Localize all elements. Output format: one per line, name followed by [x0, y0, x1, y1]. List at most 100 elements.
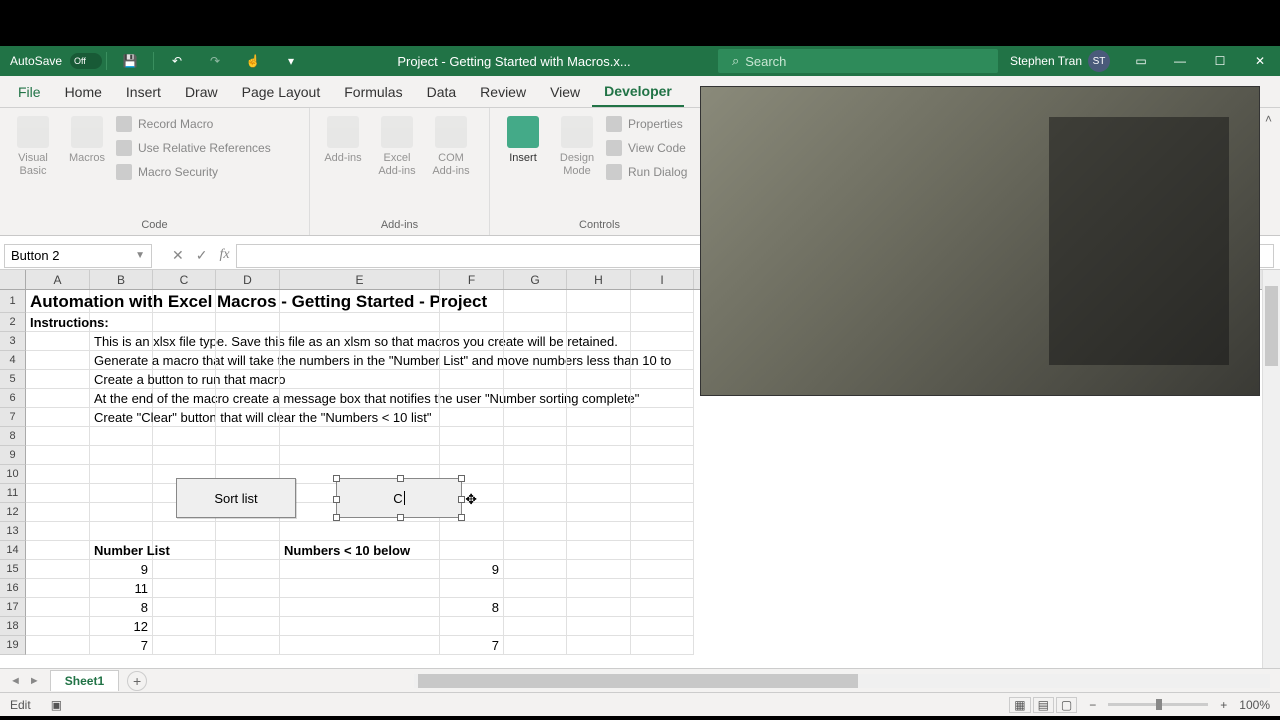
cell-B19[interactable]: 7	[90, 636, 153, 655]
cell-H18[interactable]	[567, 617, 631, 636]
cell-F9[interactable]	[440, 446, 504, 465]
cell-E2[interactable]	[280, 313, 440, 332]
cell-A10[interactable]	[26, 465, 90, 484]
cell-H14[interactable]	[567, 541, 631, 560]
cell-H10[interactable]	[567, 465, 631, 484]
tab-developer[interactable]: Developer	[592, 77, 684, 107]
insert-control-button[interactable]: Insert	[498, 112, 548, 219]
cell-F16[interactable]	[440, 579, 504, 598]
cell-D13[interactable]	[216, 522, 280, 541]
cell-A9[interactable]	[26, 446, 90, 465]
cell-D4[interactable]	[216, 351, 280, 370]
addins-button[interactable]: Add-ins	[318, 112, 368, 219]
col-header-b[interactable]: B	[90, 270, 153, 289]
redo-icon[interactable]: ↷	[202, 48, 228, 74]
row-header[interactable]: 19	[0, 636, 26, 655]
cell-A2[interactable]: Instructions:	[26, 313, 90, 332]
cell-D18[interactable]	[216, 617, 280, 636]
cell-H11[interactable]	[567, 484, 631, 503]
cell-I11[interactable]	[631, 484, 694, 503]
cell-G4[interactable]	[504, 351, 567, 370]
cell-F15[interactable]: 9	[440, 560, 504, 579]
cell-H2[interactable]	[567, 313, 631, 332]
cell-D17[interactable]	[216, 598, 280, 617]
cell-F6[interactable]	[440, 389, 504, 408]
cell-D9[interactable]	[216, 446, 280, 465]
row-header[interactable]: 16	[0, 579, 26, 598]
cell-D5[interactable]	[216, 370, 280, 389]
cell-B10[interactable]	[90, 465, 153, 484]
undo-icon[interactable]: ↶	[164, 48, 190, 74]
col-header-f[interactable]: F	[440, 270, 504, 289]
row-header[interactable]: 15	[0, 560, 26, 579]
cell-G18[interactable]	[504, 617, 567, 636]
cell-E16[interactable]	[280, 579, 440, 598]
cell-H4[interactable]	[567, 351, 631, 370]
cell-G14[interactable]	[504, 541, 567, 560]
cell-I6[interactable]	[631, 389, 694, 408]
search-input[interactable]: ⌕ Search	[718, 49, 998, 73]
row-header[interactable]: 6	[0, 389, 26, 408]
cell-E14[interactable]: Numbers < 10 below	[280, 541, 440, 560]
cell-D15[interactable]	[216, 560, 280, 579]
new-sheet-button[interactable]: +	[127, 671, 147, 691]
enter-formula-icon[interactable]: ✓	[196, 247, 208, 264]
row-header[interactable]: 12	[0, 503, 26, 522]
row-header[interactable]: 1	[0, 290, 26, 313]
cell-B12[interactable]	[90, 503, 153, 522]
cell-C5[interactable]	[153, 370, 216, 389]
cell-F7[interactable]	[440, 408, 504, 427]
name-box[interactable]: Button 2▼	[4, 244, 152, 268]
editing-button[interactable]: C ✥	[336, 478, 462, 518]
cell-I14[interactable]	[631, 541, 694, 560]
cell-I9[interactable]	[631, 446, 694, 465]
cell-H1[interactable]	[567, 290, 631, 313]
cell-C18[interactable]	[153, 617, 216, 636]
visual-basic-button[interactable]: Visual Basic	[8, 112, 58, 219]
tab-file[interactable]: File	[6, 78, 53, 106]
cell-B14[interactable]: Number List	[90, 541, 153, 560]
view-buttons[interactable]: ▦▤▢	[1007, 698, 1077, 712]
cell-F4[interactable]	[440, 351, 504, 370]
cell-A1[interactable]: Automation with Excel Macros - Getting S…	[26, 290, 90, 313]
cell-H6[interactable]	[567, 389, 631, 408]
run-dialog-button[interactable]: Run Dialog	[606, 164, 687, 180]
cell-H17[interactable]	[567, 598, 631, 617]
fx-icon[interactable]: fx	[219, 247, 229, 264]
maximize-button[interactable]: ☐	[1200, 46, 1240, 76]
cell-A8[interactable]	[26, 427, 90, 446]
macro-record-icon[interactable]: ▣	[51, 698, 62, 712]
cell-G13[interactable]	[504, 522, 567, 541]
cell-A11[interactable]	[26, 484, 90, 503]
cell-I12[interactable]	[631, 503, 694, 522]
col-header-g[interactable]: G	[504, 270, 567, 289]
col-header-i[interactable]: I	[631, 270, 694, 289]
cell-I17[interactable]	[631, 598, 694, 617]
cell-G1[interactable]	[504, 290, 567, 313]
cell-G19[interactable]	[504, 636, 567, 655]
cell-H3[interactable]	[567, 332, 631, 351]
horizontal-scrollbar[interactable]	[414, 674, 1270, 688]
row-header[interactable]: 9	[0, 446, 26, 465]
cell-E18[interactable]	[280, 617, 440, 636]
cell-E7[interactable]	[280, 408, 440, 427]
excel-addins-button[interactable]: Excel Add-ins	[372, 112, 422, 219]
cell-C4[interactable]	[153, 351, 216, 370]
cell-I13[interactable]	[631, 522, 694, 541]
cell-A17[interactable]	[26, 598, 90, 617]
row-header[interactable]: 11	[0, 484, 26, 503]
row-header[interactable]: 7	[0, 408, 26, 427]
col-header-h[interactable]: H	[567, 270, 631, 289]
cell-C9[interactable]	[153, 446, 216, 465]
cell-G7[interactable]	[504, 408, 567, 427]
tab-page-layout[interactable]: Page Layout	[230, 78, 333, 106]
zoom-level[interactable]: 100%	[1239, 698, 1270, 712]
view-code-button[interactable]: View Code	[606, 140, 687, 156]
cell-F3[interactable]	[440, 332, 504, 351]
ribbon-display-icon[interactable]: ▭	[1128, 48, 1154, 74]
cell-H16[interactable]	[567, 579, 631, 598]
cell-A19[interactable]	[26, 636, 90, 655]
tab-view[interactable]: View	[538, 78, 592, 106]
cell-A4[interactable]	[26, 351, 90, 370]
cell-H8[interactable]	[567, 427, 631, 446]
